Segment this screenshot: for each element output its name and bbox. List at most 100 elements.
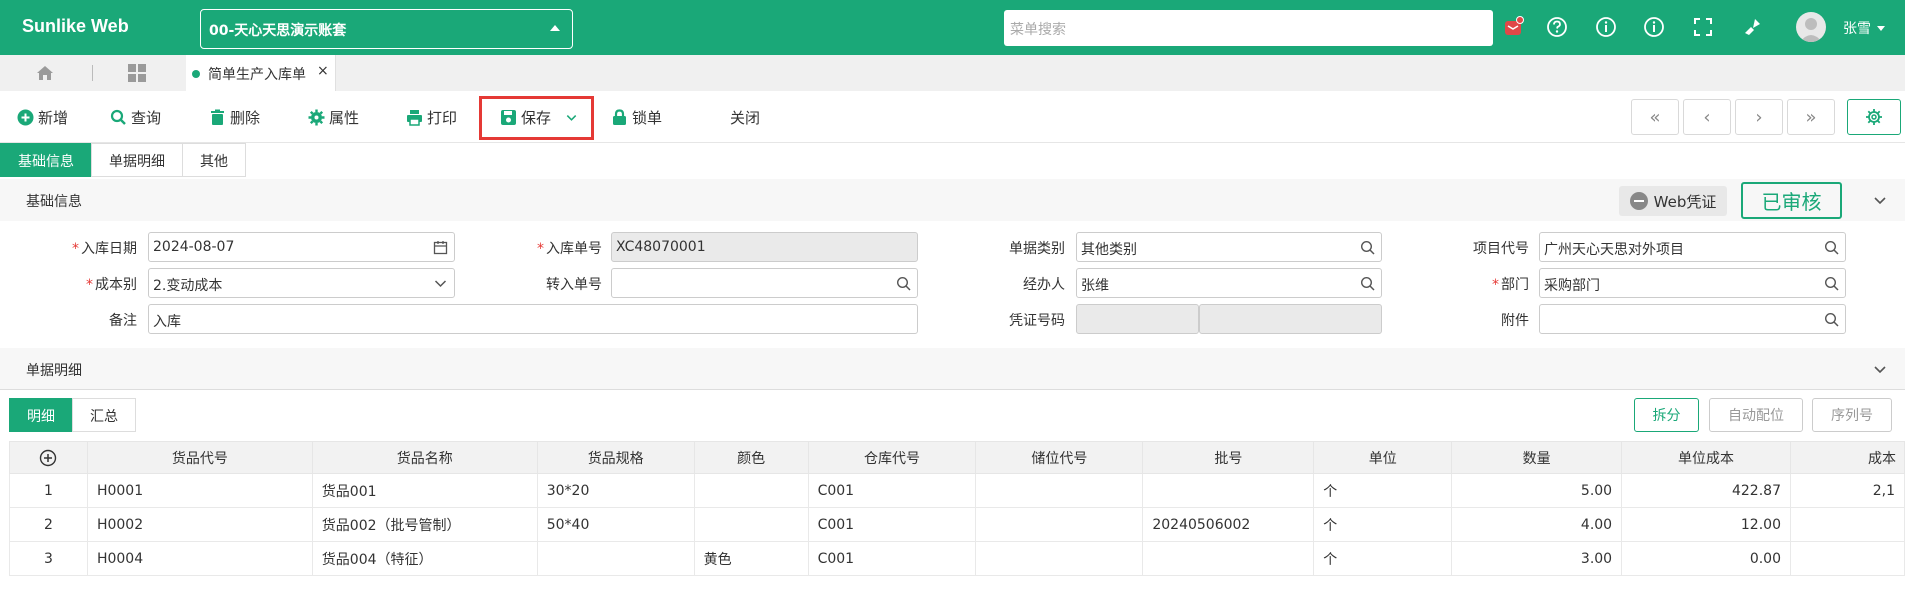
previous-record-button[interactable]: ‹ bbox=[1683, 99, 1731, 135]
cell-color[interactable] bbox=[693, 507, 809, 542]
caret-down-icon[interactable] bbox=[1877, 26, 1885, 31]
cell-warehouse[interactable]: C001 bbox=[807, 507, 977, 542]
cell-qty[interactable]: 3.00 bbox=[1451, 541, 1623, 576]
cell-unit[interactable]: 个 bbox=[1313, 473, 1453, 508]
handler-field[interactable]: 张维 bbox=[1076, 268, 1382, 298]
cell-unit[interactable]: 个 bbox=[1313, 507, 1453, 542]
cell-name[interactable]: 货品002（批号管制） bbox=[311, 507, 538, 542]
tab-other[interactable]: 其他 bbox=[182, 143, 246, 177]
cell-unit-cost[interactable]: 12.00 bbox=[1621, 507, 1791, 542]
avatar[interactable] bbox=[1796, 12, 1826, 42]
query-button[interactable]: 查询 bbox=[110, 105, 161, 129]
transfer-no-field[interactable] bbox=[611, 268, 918, 298]
calendar-icon[interactable] bbox=[433, 240, 448, 255]
username[interactable]: 张雪 bbox=[1843, 18, 1871, 38]
cell-name[interactable]: 货品001 bbox=[311, 473, 538, 508]
delete-button[interactable]: 删除 bbox=[209, 105, 260, 129]
cell-cost[interactable] bbox=[1789, 507, 1905, 542]
split-button[interactable]: 拆分 bbox=[1634, 398, 1699, 432]
cell-spec[interactable]: 50*40 bbox=[536, 507, 695, 542]
doc-type-field[interactable]: 其他类别 bbox=[1076, 232, 1382, 262]
clean-icon[interactable] bbox=[1741, 16, 1763, 38]
table-row[interactable]: 3 H0004 货品004（特征） 黄色 C001 个 3.00 0.00 bbox=[9, 541, 1905, 576]
cell-spec[interactable] bbox=[536, 541, 695, 576]
search-icon[interactable] bbox=[896, 276, 911, 291]
search-icon[interactable] bbox=[1360, 240, 1375, 255]
cell-color[interactable]: 黄色 bbox=[693, 541, 809, 576]
auto-allocate-button[interactable]: 自动配位 bbox=[1709, 398, 1803, 432]
chevron-down-icon[interactable] bbox=[565, 111, 578, 124]
column-header[interactable]: 货品规格 bbox=[536, 441, 695, 474]
serial-number-button[interactable]: 序列号 bbox=[1812, 398, 1892, 432]
cell-unit-cost[interactable]: 0.00 bbox=[1621, 541, 1791, 576]
tab-detail[interactable]: 明细 bbox=[9, 398, 73, 432]
close-tab-icon[interactable]: × bbox=[317, 63, 329, 79]
column-header[interactable]: 批号 bbox=[1142, 441, 1315, 474]
notification-icon[interactable] bbox=[1502, 16, 1524, 38]
cost-type-select[interactable]: 2.变动成本 bbox=[148, 268, 455, 298]
remark-field[interactable]: 入库 bbox=[148, 304, 918, 334]
first-record-button[interactable]: « bbox=[1631, 99, 1679, 135]
cell-code[interactable]: H0002 bbox=[86, 507, 313, 542]
cell-cost[interactable] bbox=[1789, 541, 1905, 576]
lock-button[interactable]: 锁单 bbox=[611, 105, 662, 129]
cell-code[interactable]: H0004 bbox=[86, 541, 313, 576]
project-field[interactable]: 广州天心天思对外项目 bbox=[1539, 232, 1846, 262]
column-header[interactable]: 数量 bbox=[1451, 441, 1623, 474]
tab-document-details[interactable]: 单据明细 bbox=[91, 143, 183, 177]
cell-unit-cost[interactable]: 422.87 bbox=[1621, 473, 1791, 508]
tab-summary[interactable]: 汇总 bbox=[72, 398, 136, 432]
column-header[interactable]: 颜色 bbox=[693, 441, 809, 474]
cell-location[interactable] bbox=[975, 507, 1144, 542]
cell-unit[interactable]: 个 bbox=[1313, 541, 1453, 576]
cell-spec[interactable]: 30*20 bbox=[536, 473, 695, 508]
properties-button[interactable]: 属性 bbox=[308, 105, 359, 129]
add-row-cell[interactable] bbox=[9, 441, 88, 474]
about-icon[interactable] bbox=[1643, 16, 1665, 38]
cell-color[interactable] bbox=[693, 473, 809, 508]
cell-qty[interactable]: 4.00 bbox=[1451, 507, 1623, 542]
home-icon[interactable] bbox=[35, 63, 55, 83]
cell-batch[interactable] bbox=[1142, 541, 1315, 576]
table-row[interactable]: 1 H0001 货品001 30*20 C001 个 5.00 422.87 2… bbox=[9, 473, 1905, 508]
column-header[interactable]: 单位 bbox=[1313, 441, 1453, 474]
detail-section-header[interactable]: 单据明细 bbox=[0, 348, 1905, 390]
column-header[interactable]: 仓库代号 bbox=[807, 441, 977, 474]
column-header[interactable]: 货品代号 bbox=[86, 441, 313, 474]
settings-button[interactable] bbox=[1847, 99, 1901, 135]
search-icon[interactable] bbox=[1824, 276, 1839, 291]
search-icon[interactable] bbox=[1824, 312, 1839, 327]
chevron-down-icon[interactable] bbox=[1873, 193, 1887, 207]
last-record-button[interactable]: » bbox=[1787, 99, 1835, 135]
chevron-down-icon[interactable] bbox=[1873, 362, 1887, 376]
account-selector[interactable]: 00-天心天思演示账套 bbox=[200, 9, 573, 49]
cell-qty[interactable]: 5.00 bbox=[1451, 473, 1623, 508]
cell-batch[interactable] bbox=[1142, 473, 1315, 508]
print-button[interactable]: 打印 bbox=[406, 105, 457, 129]
fullscreen-icon[interactable] bbox=[1692, 16, 1714, 38]
search-icon[interactable] bbox=[1360, 276, 1375, 291]
chevron-down-icon[interactable] bbox=[433, 276, 448, 291]
dept-field[interactable]: 采购部门 bbox=[1539, 268, 1846, 298]
web-voucher-button[interactable]: Web凭证 bbox=[1619, 186, 1727, 216]
table-row[interactable]: 2 H0002 货品002（批号管制） 50*40 C001 202405060… bbox=[9, 507, 1905, 542]
in-date-field[interactable]: 2024-08-07 bbox=[148, 232, 455, 262]
menu-search-input[interactable]: 菜单搜索 bbox=[1004, 10, 1493, 46]
cell-location[interactable] bbox=[975, 541, 1144, 576]
tab-basic-info[interactable]: 基础信息 bbox=[0, 143, 92, 177]
cell-location[interactable] bbox=[975, 473, 1144, 508]
close-button[interactable]: 关闭 bbox=[730, 105, 760, 129]
save-button[interactable]: 保存 bbox=[500, 105, 578, 129]
cell-warehouse[interactable]: C001 bbox=[807, 473, 977, 508]
grid-menu-icon[interactable] bbox=[128, 64, 146, 82]
column-header[interactable]: 货品名称 bbox=[311, 441, 538, 474]
tab-simple-production-receipt[interactable]: 简单生产入库单 × bbox=[186, 55, 336, 91]
cell-name[interactable]: 货品004（特征） bbox=[311, 541, 538, 576]
column-header[interactable]: 成本 bbox=[1789, 441, 1905, 474]
next-record-button[interactable]: › bbox=[1735, 99, 1783, 135]
cell-warehouse[interactable]: C001 bbox=[807, 541, 977, 576]
search-icon[interactable] bbox=[1824, 240, 1839, 255]
new-button[interactable]: 新增 bbox=[17, 105, 68, 129]
help-icon[interactable] bbox=[1546, 16, 1568, 38]
cell-code[interactable]: H0001 bbox=[86, 473, 313, 508]
